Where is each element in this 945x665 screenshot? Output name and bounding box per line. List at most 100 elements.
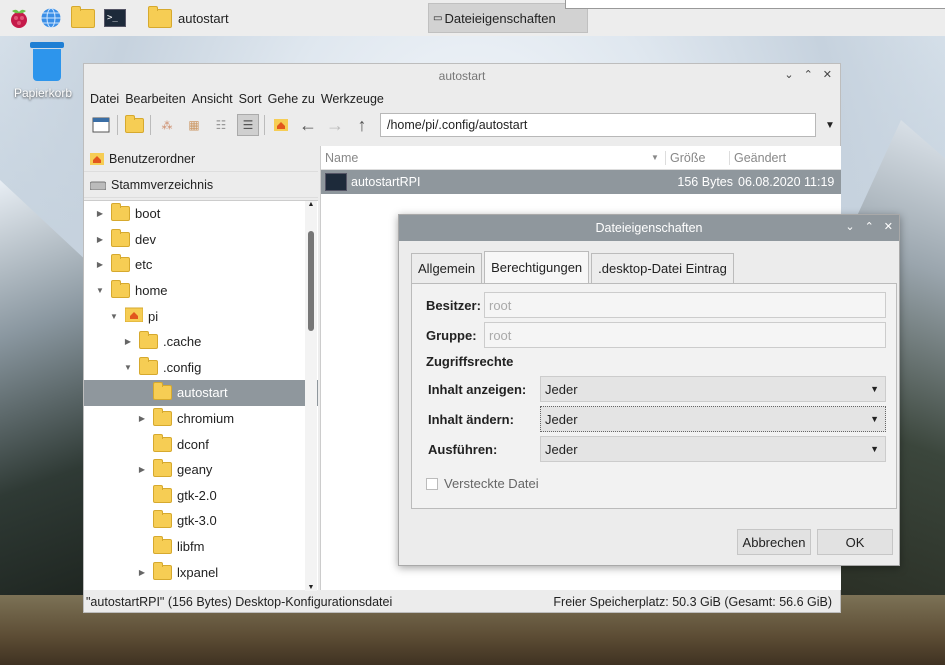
back-arrow-icon[interactable]: ← <box>297 114 319 136</box>
close-icon[interactable]: ✕ <box>884 220 893 233</box>
expanded-arrow-icon[interactable]: ▼ <box>94 286 106 295</box>
collapsed-arrow-icon[interactable]: ▶ <box>94 235 106 244</box>
group-field[interactable]: root <box>484 322 886 348</box>
place-home[interactable]: Benutzerordner <box>84 146 318 172</box>
tree-item-label: pi <box>148 308 159 324</box>
tree-item-dev[interactable]: ▶ dev <box>84 227 318 253</box>
ok-button[interactable]: OK <box>817 529 893 555</box>
menu-ansicht[interactable]: Ansicht <box>192 92 233 106</box>
hidden-file-row: Versteckte Datei <box>426 476 539 491</box>
owner-field[interactable]: root <box>484 292 886 318</box>
column-name[interactable]: Name <box>321 151 651 165</box>
perm-change-select[interactable]: Jeder ▼ <box>540 406 886 432</box>
panel-applet-area <box>565 0 945 9</box>
column-size[interactable]: Größe <box>665 150 729 165</box>
home-icon[interactable] <box>270 114 292 136</box>
collapsed-arrow-icon[interactable]: ▶ <box>136 414 148 423</box>
collapsed-arrow-icon[interactable]: ▶ <box>94 260 106 269</box>
tree-item-label: dconf <box>177 436 209 452</box>
home-folder-icon <box>90 152 104 165</box>
tree-item-label: .cache <box>163 334 202 350</box>
hidden-file-label[interactable]: Versteckte Datei <box>444 476 539 491</box>
maximize-icon[interactable]: ⌃ <box>865 220 874 233</box>
dialog-tabs: Allgemein Berechtigungen .desktop-Datei … <box>411 251 736 283</box>
tab-allgemein[interactable]: Allgemein <box>411 253 483 283</box>
tree-item-boot[interactable]: ▶ boot <box>84 201 318 227</box>
folder-icon <box>153 408 172 427</box>
task-dateieigenschaften[interactable]: ▭ Dateieigenschaften <box>428 3 588 33</box>
tree-item-config[interactable]: ▼ .config <box>84 355 318 381</box>
folder-icon <box>153 536 172 555</box>
tree-item-autostart[interactable]: autostart <box>84 380 318 406</box>
forward-arrow-icon[interactable]: → <box>324 114 346 136</box>
collapsed-arrow-icon[interactable]: ▶ <box>94 209 106 218</box>
tree-item-label: home <box>135 283 168 299</box>
web-browser-icon[interactable] <box>38 5 64 31</box>
folder-icon <box>139 356 158 375</box>
path-input[interactable]: /home/pi/.config/autostart <box>380 113 816 137</box>
menu-gehe-zu[interactable]: Gehe zu <box>268 92 315 106</box>
tree-item-label: libfm <box>177 539 205 555</box>
tree-item-gtk-3-0[interactable]: gtk-3.0 <box>84 508 318 534</box>
collapsed-arrow-icon[interactable]: ▶ <box>136 465 148 474</box>
file-manager-icon[interactable] <box>70 5 96 31</box>
path-history-dropdown-icon[interactable]: ▼ <box>821 113 839 137</box>
wallpaper-mountain-left <box>0 180 90 600</box>
folder-icon <box>153 459 172 478</box>
minimize-icon[interactable]: ⌄ <box>784 68 793 81</box>
menu-werkzeuge[interactable]: Werkzeuge <box>321 92 384 106</box>
collapsed-arrow-icon[interactable]: ▶ <box>136 568 148 577</box>
minimize-icon[interactable]: ⌄ <box>845 220 854 233</box>
menu-sort[interactable]: Sort <box>239 92 262 106</box>
tree-item-home[interactable]: ▼ home <box>84 278 318 304</box>
compact-view-icon[interactable]: ☷ <box>210 114 232 136</box>
new-window-icon[interactable] <box>90 114 112 136</box>
raspberry-menu-icon[interactable] <box>6 5 32 31</box>
expanded-arrow-icon[interactable]: ▼ <box>122 363 134 372</box>
window-title: autostart <box>438 69 486 83</box>
maximize-icon[interactable]: ⌃ <box>804 68 813 81</box>
perm-exec-select[interactable]: Jeder ▼ <box>540 436 886 462</box>
close-icon[interactable]: ✕ <box>823 68 832 81</box>
chevron-down-icon: ▼ <box>870 444 879 454</box>
column-modified[interactable]: Geändert <box>729 150 841 165</box>
taskbar: >_ autostart ▭ Dateieigenschaften <box>0 0 945 36</box>
up-arrow-icon[interactable]: ↑ <box>351 114 373 136</box>
icon-view-icon[interactable]: ⁂ <box>156 114 178 136</box>
file-row-autostartrpi[interactable]: autostartRPI 156 Bytes 06.08.2020 11:19 <box>321 170 841 194</box>
place-root[interactable]: Stammverzeichnis <box>84 172 318 198</box>
tree-scrollbar[interactable]: ▲ ▼ <box>305 201 317 591</box>
cancel-button[interactable]: Abbrechen <box>737 529 811 555</box>
menu-bearbeiten[interactable]: Bearbeiten <box>125 92 185 106</box>
perm-view-select[interactable]: Jeder ▼ <box>540 376 886 402</box>
tree-item-etc[interactable]: ▶ etc <box>84 252 318 278</box>
tree-item-dconf[interactable]: dconf <box>84 431 318 457</box>
status-selection: "autostartRPI" (156 Bytes) Desktop-Konfi… <box>86 595 393 609</box>
folder-icon <box>153 382 172 401</box>
window-titlebar[interactable]: autostart ⌄ ⌃ ✕ <box>84 64 840 88</box>
menu-datei[interactable]: Datei <box>90 92 119 106</box>
tree-item-chromium[interactable]: ▶ chromium <box>84 406 318 432</box>
expanded-arrow-icon[interactable]: ▼ <box>108 312 120 321</box>
detailed-list-view-icon[interactable]: ☰ <box>237 114 259 136</box>
tab-berechtigungen[interactable]: Berechtigungen <box>484 251 590 283</box>
hidden-file-checkbox[interactable] <box>426 477 438 490</box>
tree-item-pi[interactable]: ▼ pi <box>84 303 318 329</box>
collapsed-arrow-icon[interactable]: ▶ <box>122 337 134 346</box>
thumbnail-view-icon[interactable]: ▦ <box>183 114 205 136</box>
terminal-icon[interactable]: >_ <box>102 5 128 31</box>
window-icon: ▭ <box>433 12 443 24</box>
tree-item-geany[interactable]: ▶ geany <box>84 457 318 483</box>
tree-item-lxpanel[interactable]: ▶ lxpanel <box>84 559 318 585</box>
tree-item-cache[interactable]: ▶ .cache <box>84 329 318 355</box>
task-autostart[interactable]: autostart <box>138 3 298 33</box>
folder-icon <box>111 254 130 273</box>
new-folder-icon[interactable] <box>123 114 145 136</box>
tree-item-gtk-2-0[interactable]: gtk-2.0 <box>84 483 318 509</box>
desktop-trash[interactable]: Papierkorb <box>12 42 82 100</box>
folder-icon <box>148 5 172 28</box>
tree-item-libfm[interactable]: libfm <box>84 534 318 560</box>
tab-desktop-entry[interactable]: .desktop-Datei Eintrag <box>591 253 734 283</box>
permissions-panel: Besitzer: root Gruppe: root Zugriffsrech… <box>411 283 897 509</box>
dialog-titlebar[interactable]: Dateieigenschaften ⌄ ⌃ ✕ <box>399 215 899 241</box>
